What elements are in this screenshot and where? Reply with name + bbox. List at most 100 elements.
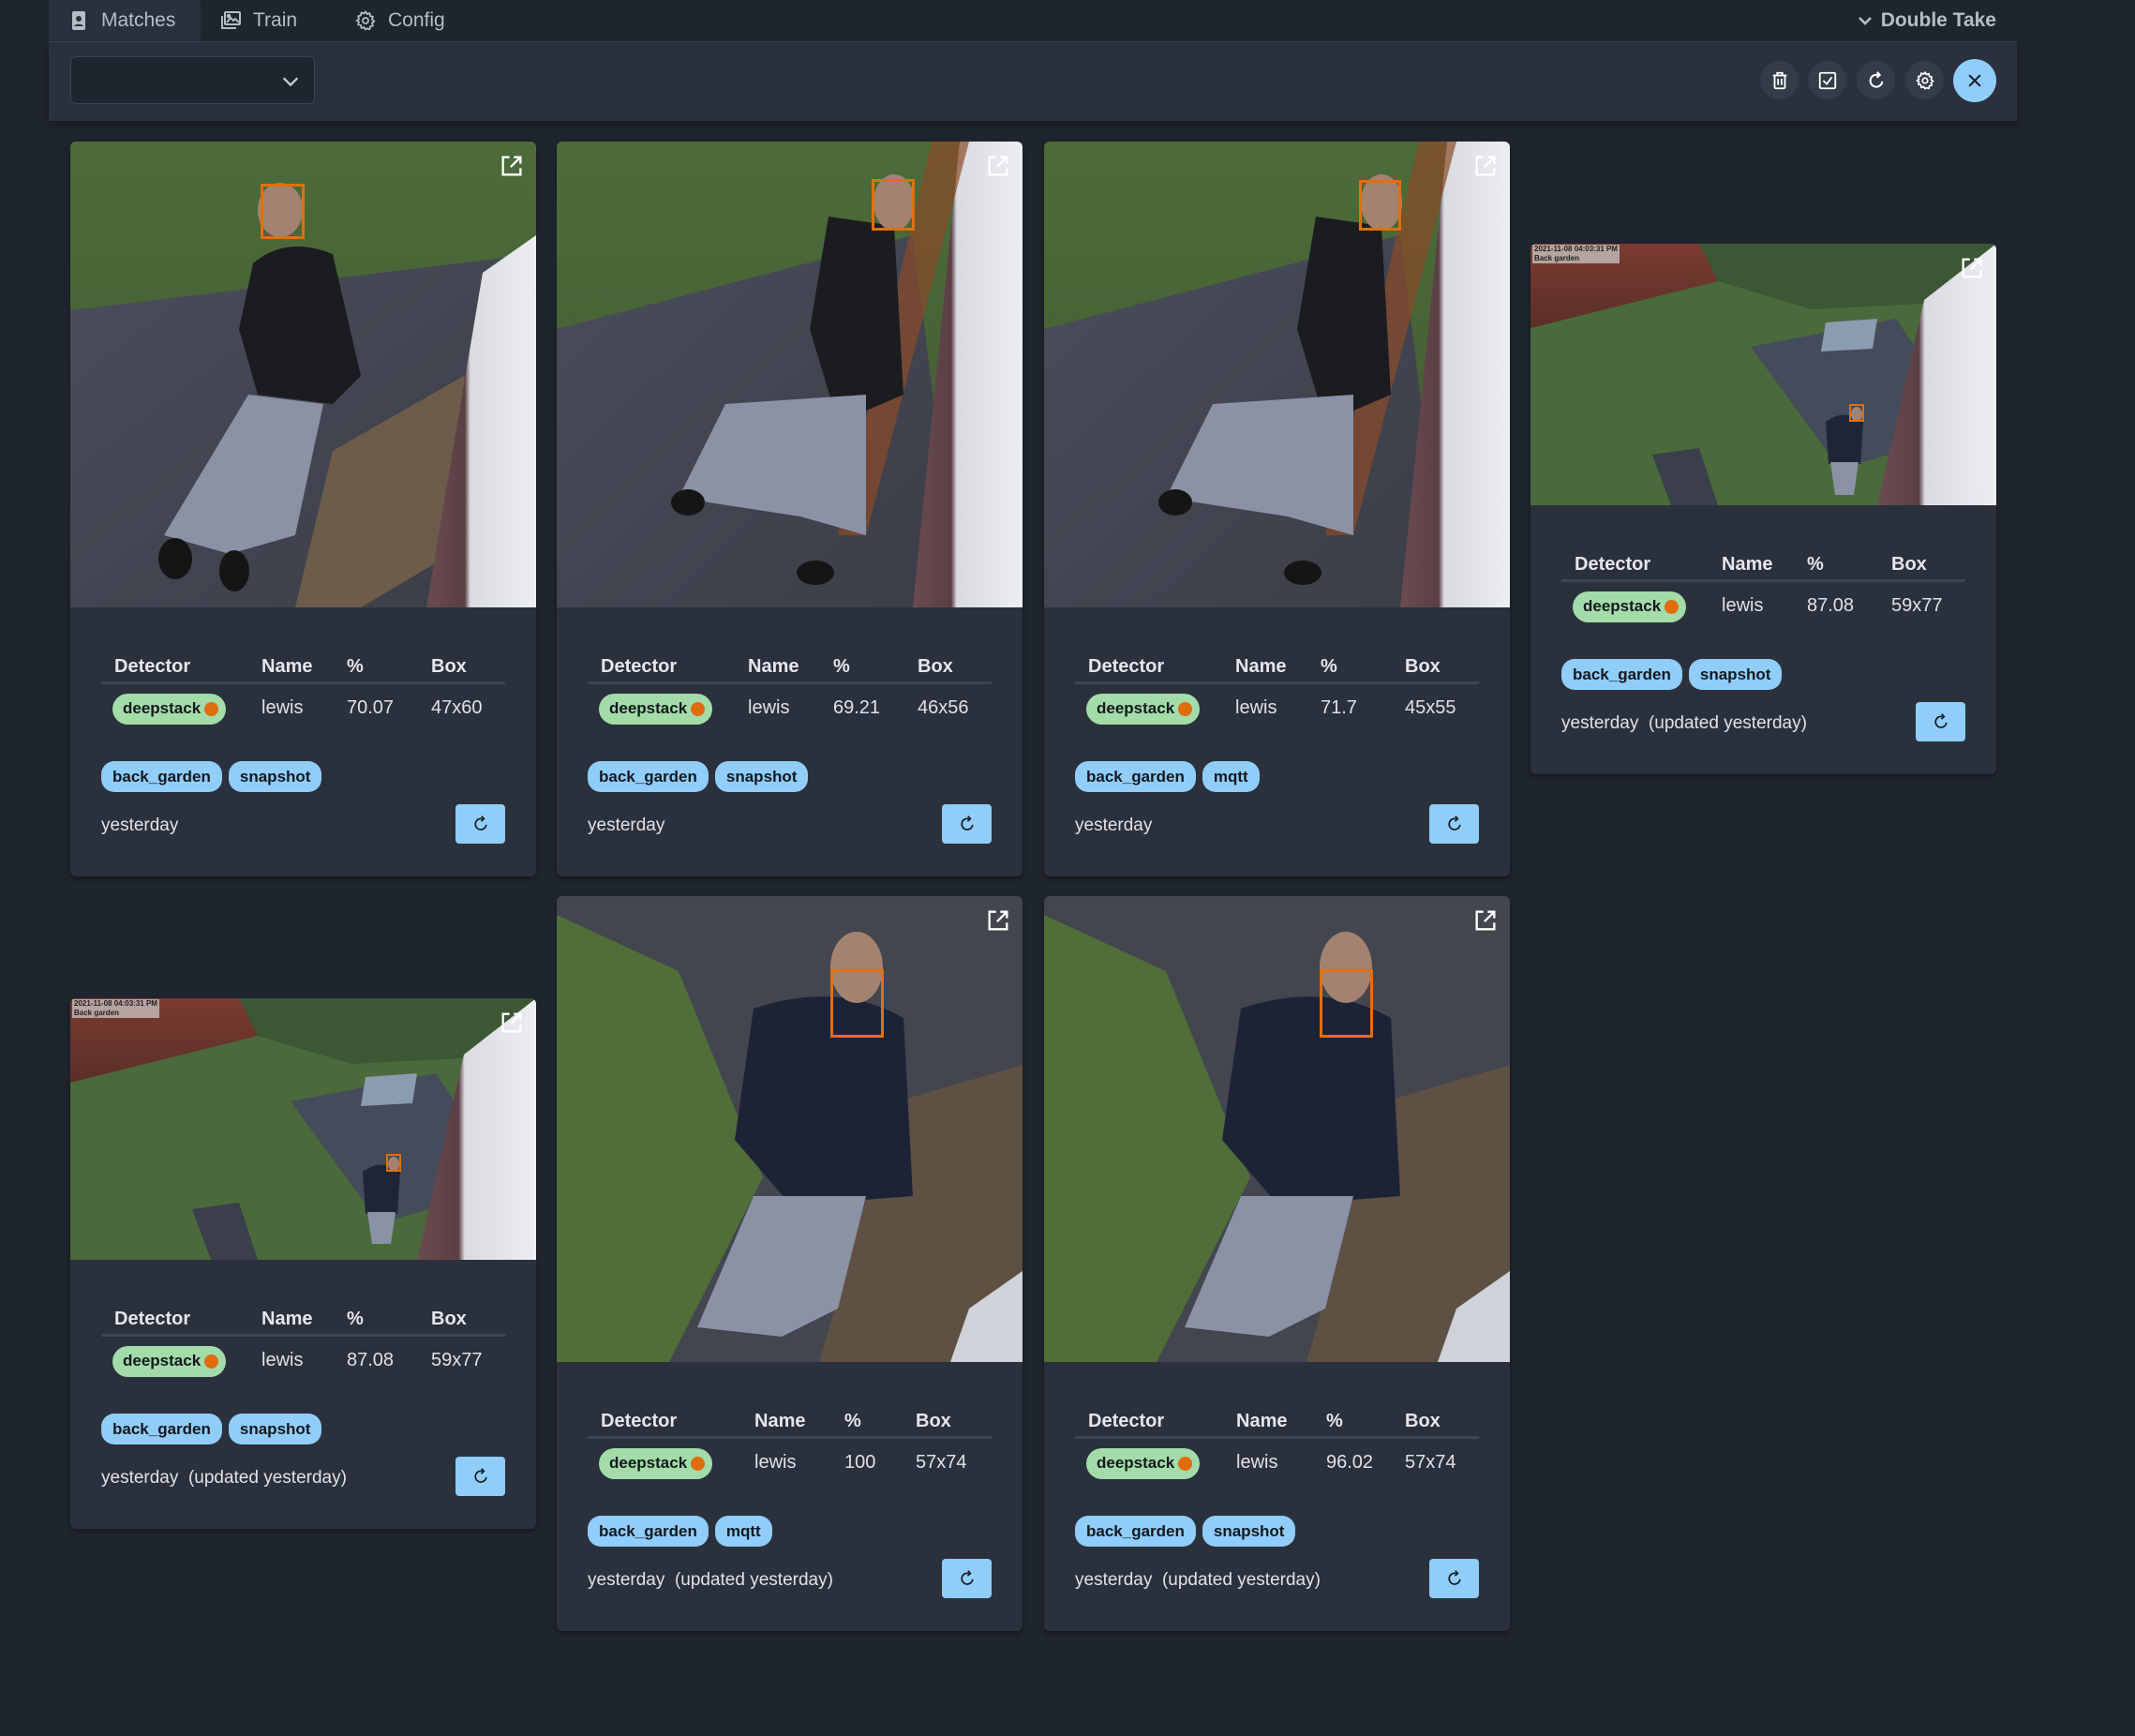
type-tag[interactable]: snapshot <box>228 761 322 792</box>
open-in-new-icon[interactable] <box>985 907 1011 934</box>
match-name: lewis <box>261 697 304 718</box>
type-tag[interactable]: snapshot <box>1688 659 1783 690</box>
match-name: lewis <box>261 1350 304 1370</box>
type-tag[interactable]: snapshot <box>228 1414 322 1444</box>
camera-tag[interactable]: back_garden <box>588 1516 709 1547</box>
results-table-header: Detector Name % Box <box>1561 549 1965 582</box>
table-row: deepstack lewis 96.02 57x74 <box>1075 1447 1479 1479</box>
open-in-new-icon[interactable] <box>499 1010 525 1036</box>
reprocess-button[interactable] <box>455 804 505 844</box>
refresh-icon <box>473 1468 487 1483</box>
detector-badge: deepstack <box>599 693 713 725</box>
images-icon <box>221 11 241 29</box>
header-percent: % <box>1321 656 1337 677</box>
tab-label: Matches <box>101 9 176 31</box>
header-box: Box <box>431 656 467 677</box>
reprocess-button[interactable] <box>942 1559 992 1598</box>
header-name: Name <box>1235 656 1287 677</box>
tab-label: Config <box>388 9 445 31</box>
match-status-dot <box>1178 1456 1193 1471</box>
header-box: Box <box>916 1411 951 1431</box>
match-card: Detector Name % Box deepstack lewis 100 … <box>557 896 1023 1631</box>
close-button[interactable] <box>1953 59 1996 102</box>
match-status-dot <box>204 701 219 716</box>
reprocess-button[interactable] <box>455 1457 505 1496</box>
open-in-new-icon[interactable] <box>1472 153 1499 179</box>
detector-name: deepstack <box>123 699 202 717</box>
photo-scene <box>557 896 1023 1362</box>
camera-tag[interactable]: back_garden <box>101 1414 222 1444</box>
match-percent: 100 <box>844 1452 876 1473</box>
results-table-header: Detector Name % Box <box>1075 651 1479 684</box>
camera-tag[interactable]: back_garden <box>588 761 709 792</box>
match-date: yesterday <box>588 816 665 835</box>
detector-badge: deepstack <box>1573 591 1687 622</box>
match-card: Detector Name % Box deepstack lewis 96.0… <box>1044 896 1510 1631</box>
header-detector: Detector <box>601 1411 678 1431</box>
tab-train[interactable]: Train <box>201 0 316 41</box>
header-box: Box <box>1405 1411 1441 1431</box>
match-photo[interactable] <box>557 896 1023 1362</box>
match-name: lewis <box>1235 697 1277 718</box>
camera-tag[interactable]: back_garden <box>1075 1516 1196 1547</box>
open-in-new-icon[interactable] <box>985 153 1011 179</box>
type-tag[interactable]: mqtt <box>1202 761 1260 792</box>
match-box: 46x56 <box>918 697 969 718</box>
top-nav: Matches Train Config Double Take <box>49 0 2017 42</box>
tab-config[interactable]: Config <box>336 0 464 41</box>
select-all-button[interactable] <box>1808 61 1846 99</box>
reprocess-button[interactable] <box>1429 1559 1479 1598</box>
match-photo[interactable] <box>70 142 536 607</box>
open-in-new-icon[interactable] <box>499 153 525 179</box>
detector-badge: deepstack <box>112 1345 227 1377</box>
camera-overlay-stamp: 2021-11-08 04:03:31 PM Back garden <box>72 999 159 1018</box>
header-detector: Detector <box>1575 554 1651 575</box>
face-bounding-box <box>386 1154 401 1172</box>
app-brand[interactable]: Double Take <box>1857 0 1996 41</box>
detector-name: deepstack <box>1583 597 1662 615</box>
refresh-icon <box>473 816 487 831</box>
match-card: 2021-11-08 04:03:31 PM Back garden UniFi… <box>70 998 536 1529</box>
table-row: deepstack lewis 70.07 47x60 <box>101 693 505 725</box>
open-in-new-icon[interactable] <box>1959 255 1985 281</box>
refresh-button[interactable] <box>1857 61 1895 99</box>
match-photo[interactable]: 2021-11-08 04:03:31 PM Back garden UniFi <box>70 998 536 1260</box>
filter-select[interactable] <box>70 56 315 104</box>
photo-scene <box>557 142 1023 607</box>
tab-matches[interactable]: Matches <box>49 0 201 41</box>
results-table-header: Detector Name % Box <box>588 1406 992 1439</box>
match-box: 47x60 <box>431 697 483 718</box>
camera-tag[interactable]: back_garden <box>101 761 222 792</box>
match-info: Detector Name % Box deepstack lewis 87.0… <box>70 1260 536 1529</box>
match-photo[interactable] <box>557 142 1023 607</box>
delete-button[interactable] <box>1760 61 1799 99</box>
match-photo[interactable]: 2021-11-08 04:03:31 PM Back garden UniFi <box>1530 244 1996 505</box>
header-detector: Detector <box>1088 1411 1165 1431</box>
match-photo[interactable] <box>1044 896 1510 1362</box>
match-info: Detector Name % Box deepstack lewis 71.7… <box>1044 607 1510 876</box>
reprocess-button[interactable] <box>942 804 992 844</box>
header-detector: Detector <box>1088 656 1165 677</box>
type-tag[interactable]: mqtt <box>714 1516 772 1547</box>
table-row: deepstack lewis 69.21 46x56 <box>588 693 992 725</box>
type-tag[interactable]: snapshot <box>714 761 809 792</box>
reprocess-button[interactable] <box>1429 804 1479 844</box>
detector-badge: deepstack <box>1086 1447 1201 1479</box>
open-in-new-icon[interactable] <box>1472 907 1499 934</box>
settings-button[interactable] <box>1905 61 1944 99</box>
match-status-dot <box>691 1456 706 1471</box>
match-card: Detector Name % Box deepstack lewis 69.2… <box>557 142 1023 876</box>
chevron-down-icon <box>1858 17 1872 25</box>
camera-tag[interactable]: back_garden <box>1075 761 1196 792</box>
camera-tag[interactable]: back_garden <box>1561 659 1682 690</box>
results-table-header: Detector Name % Box <box>1075 1406 1479 1439</box>
match-photo[interactable] <box>1044 142 1510 607</box>
detector-name: deepstack <box>1097 1454 1175 1472</box>
match-box: 45x55 <box>1405 697 1456 718</box>
tag-list: back_garden mqtt <box>1075 761 1260 792</box>
reprocess-button[interactable] <box>1916 702 1965 741</box>
type-tag[interactable]: snapshot <box>1202 1516 1296 1547</box>
match-info: Detector Name % Box deepstack lewis 70.0… <box>70 607 536 876</box>
header-percent: % <box>844 1411 861 1431</box>
match-percent: 87.08 <box>347 1350 395 1370</box>
